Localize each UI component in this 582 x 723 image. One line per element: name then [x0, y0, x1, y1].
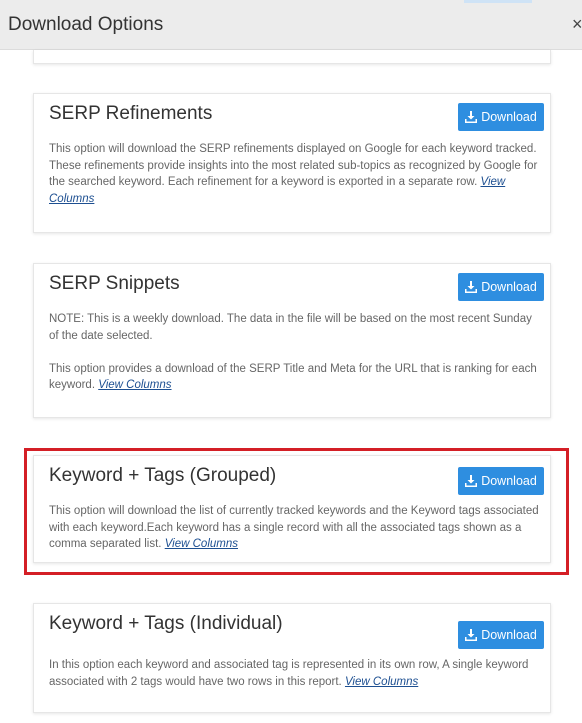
download-icon: [465, 111, 478, 123]
modal-title: Download Options: [8, 14, 164, 35]
view-columns-link[interactable]: View Columns: [165, 538, 238, 550]
view-columns-link[interactable]: View Columns: [345, 676, 418, 688]
download-icon: [465, 629, 478, 641]
card-description: In this option each keyword and associat…: [49, 657, 541, 690]
description-text: This option will download the list of cu…: [49, 505, 539, 550]
view-columns-link[interactable]: View Columns: [98, 379, 171, 391]
download-icon: [465, 281, 478, 293]
option-card-keyword-tags-individual: Keyword + Tags (Individual) Download In …: [33, 603, 551, 713]
option-card-serp-snippets: SERP Snippets Download NOTE: This is a w…: [33, 263, 551, 418]
description-note: NOTE: This is a weekly download. The dat…: [49, 313, 532, 342]
download-button[interactable]: Download: [458, 621, 544, 649]
download-button-label: Download: [481, 628, 537, 642]
card-title: Keyword + Tags (Individual): [49, 613, 283, 634]
description-text: In this option each keyword and associat…: [49, 659, 529, 688]
download-button[interactable]: Download: [458, 467, 544, 495]
download-button-label: Download: [481, 280, 537, 294]
description-text: This option will download the SERP refin…: [49, 143, 538, 188]
card-title: Keyword + Tags (Grouped): [49, 465, 277, 486]
download-button-label: Download: [481, 110, 537, 124]
download-button-label: Download: [481, 474, 537, 488]
card-description: NOTE: This is a weekly download. The dat…: [49, 311, 541, 394]
modal-header: Download Options ×: [0, 0, 582, 50]
close-icon[interactable]: ×: [572, 14, 582, 35]
option-card-serp-refinements: SERP Refinements Download This option wi…: [33, 93, 551, 233]
download-button[interactable]: Download: [458, 103, 544, 131]
option-card-keyword-tags-grouped: Keyword + Tags (Grouped) Download This o…: [33, 455, 551, 563]
card-description: This option will download the SERP refin…: [49, 141, 541, 207]
header-accent: [464, 0, 532, 3]
card-title: SERP Snippets: [49, 273, 180, 294]
download-options-list: SERP Refinements Download This option wi…: [0, 50, 582, 723]
download-button[interactable]: Download: [458, 273, 544, 301]
previous-option-card: [33, 50, 551, 64]
card-description: This option will download the list of cu…: [49, 503, 541, 553]
card-title: SERP Refinements: [49, 103, 213, 124]
download-icon: [465, 475, 478, 487]
